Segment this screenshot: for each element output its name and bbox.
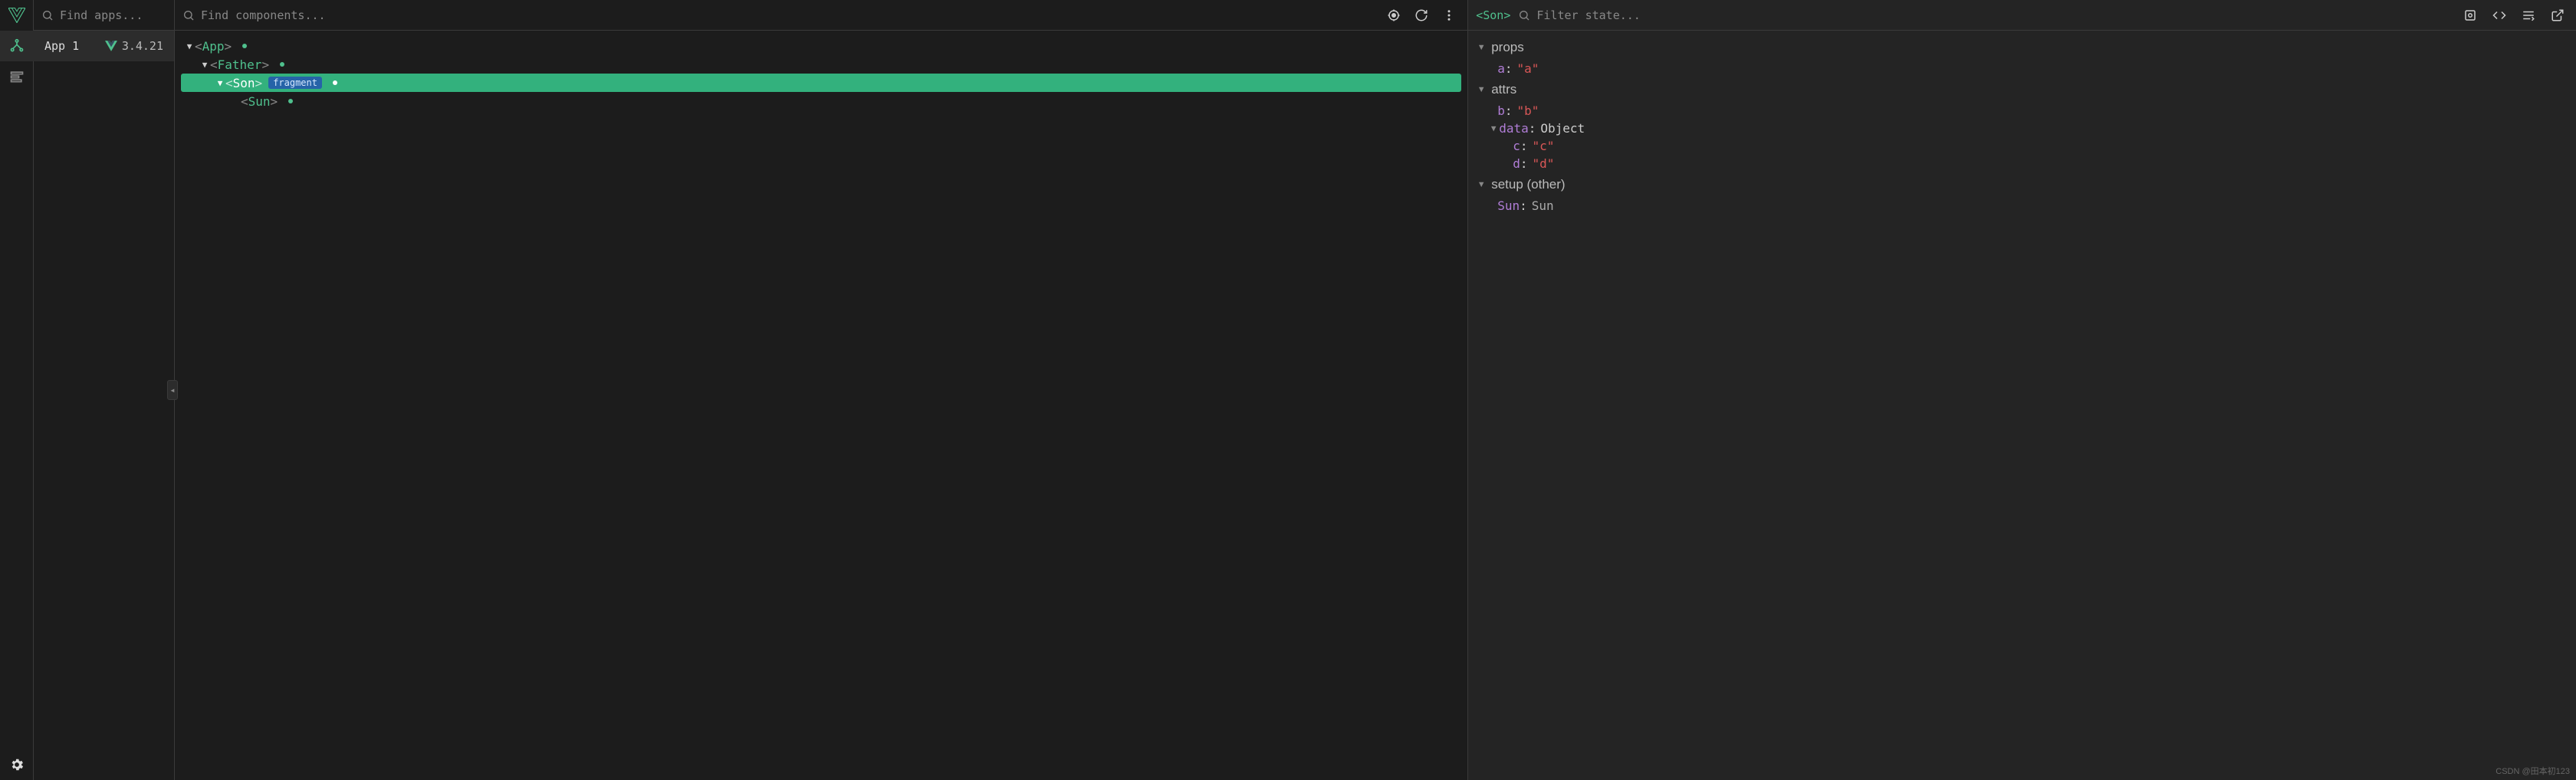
changed-indicator <box>242 44 247 48</box>
changed-indicator <box>280 62 284 67</box>
state-row[interactable]: c: "c" <box>1468 137 2576 155</box>
search-icon <box>1518 9 1530 21</box>
components-tab-icon[interactable] <box>0 31 34 61</box>
search-icon <box>41 9 54 21</box>
panel-drag-handle[interactable]: ◂ <box>167 380 178 400</box>
refresh-icon[interactable] <box>1411 5 1432 26</box>
search-icon <box>182 9 195 21</box>
more-icon[interactable] <box>1438 5 1460 26</box>
tree-node-app[interactable]: ▼ <App> <box>181 37 1467 55</box>
app-name: App 1 <box>44 39 97 53</box>
state-row[interactable]: Sun: Sun <box>1468 197 2576 215</box>
caret-icon: ▼ <box>199 60 210 70</box>
section-props[interactable]: ▼ props <box>1468 35 2576 60</box>
apps-search-row <box>34 0 174 31</box>
show-render-code-icon[interactable] <box>2489 5 2510 26</box>
fragment-badge: fragment <box>268 77 322 89</box>
caret-icon: ▼ <box>1476 85 1487 94</box>
state-filter-input[interactable] <box>1536 8 2452 22</box>
apps-panel: App 1 3.4.21 <box>34 0 175 780</box>
select-element-icon[interactable] <box>1383 5 1405 26</box>
state-row-expandable[interactable]: ▼ data: Object <box>1468 120 2576 137</box>
open-in-new-icon[interactable] <box>2547 5 2568 26</box>
caret-icon: ▼ <box>184 41 195 51</box>
app-list-item[interactable]: App 1 3.4.21 <box>34 31 174 61</box>
state-header: <Son> <box>1468 0 2576 31</box>
settings-icon[interactable] <box>0 749 34 780</box>
section-attrs[interactable]: ▼ attrs <box>1468 77 2576 102</box>
caret-icon: ▼ <box>215 78 225 88</box>
components-panel: ◂ ▼ <App> <box>175 0 1468 780</box>
caret-icon: ▼ <box>1488 123 1499 133</box>
inspect-dom-icon[interactable] <box>2518 5 2539 26</box>
caret-icon: ▼ <box>1476 43 1487 52</box>
state-row[interactable]: b: "b" <box>1468 102 2576 120</box>
caret-icon: ▼ <box>1476 180 1487 189</box>
state-row[interactable]: d: "d" <box>1468 155 2576 172</box>
changed-indicator <box>333 80 337 85</box>
components-search-input[interactable] <box>201 8 1377 22</box>
components-header <box>175 0 1467 31</box>
state-panel: <Son> ▼ props <box>1468 0 2576 780</box>
vue-logo <box>0 0 33 31</box>
tree-node-father[interactable]: ▼ <Father> <box>181 55 1467 74</box>
state-row[interactable]: a: "a" <box>1468 60 2576 77</box>
state-content: ▼ props a: "a" ▼ attrs b: "b" ▼ data: Ob… <box>1468 31 2576 780</box>
timeline-tab-icon[interactable] <box>0 61 34 92</box>
vue-icon <box>105 40 117 52</box>
tree-node-son[interactable]: ▼ <Son> fragment <box>181 74 1461 92</box>
component-tree: ▼ <App> ▼ <Father> ▼ <Son> fragment <Sun… <box>175 31 1467 780</box>
watermark: CSDN @田本初123 <box>2496 765 2570 777</box>
tree-node-sun[interactable]: <Sun> <box>181 92 1467 110</box>
tool-rail <box>0 0 34 780</box>
app-version: 3.4.21 <box>105 39 163 53</box>
section-setup[interactable]: ▼ setup (other) <box>1468 172 2576 197</box>
selected-component-name: <Son> <box>1476 8 1510 22</box>
scroll-to-component-icon[interactable] <box>2459 5 2481 26</box>
changed-indicator <box>288 99 293 103</box>
